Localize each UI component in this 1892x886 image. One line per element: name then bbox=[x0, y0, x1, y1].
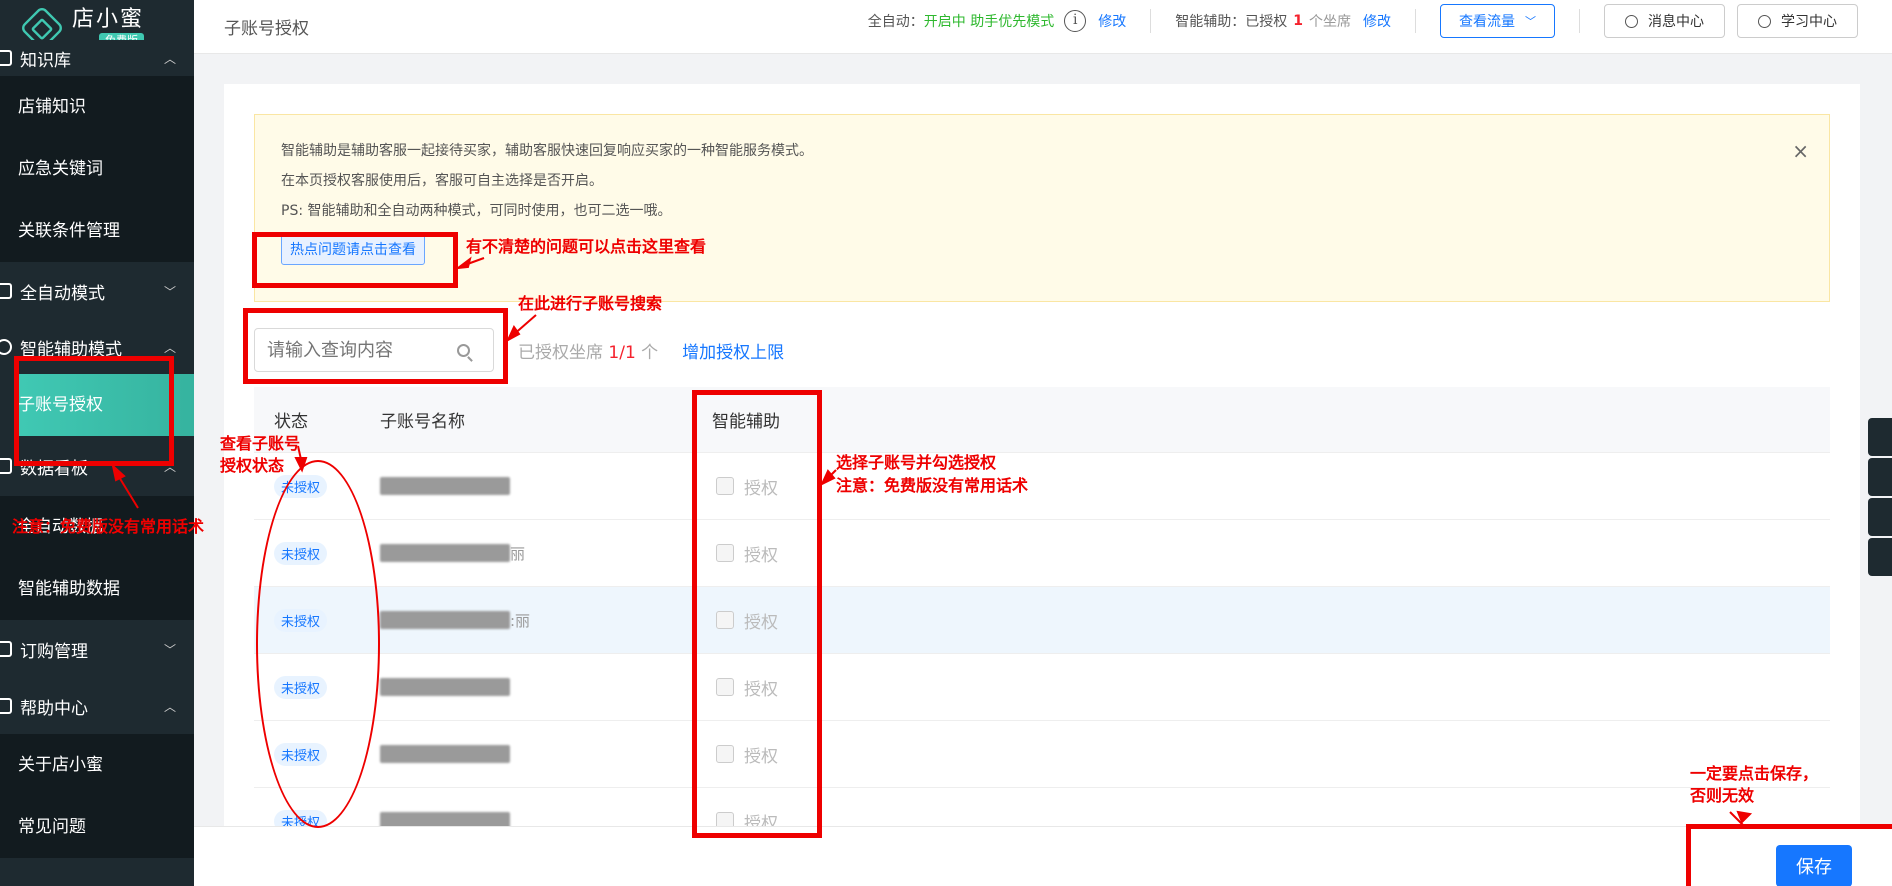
close-icon[interactable]: × bbox=[1792, 139, 1809, 163]
study-center-button[interactable]: 学习中心 bbox=[1737, 4, 1858, 38]
notice-line: 在本页授权客服使用后，客服可自主选择是否开启。 bbox=[281, 173, 603, 189]
dashboard-icon bbox=[0, 458, 12, 474]
annotation-select-hint-2: 注意：免费版没有常用话术 bbox=[836, 476, 1029, 495]
auto-label: 全自动： bbox=[867, 14, 924, 30]
menu-group-label: 帮助中心 bbox=[20, 698, 88, 719]
annotation-save-hint-2: 否则无效 bbox=[1690, 786, 1755, 805]
book-icon bbox=[0, 50, 12, 66]
add-limit-link[interactable]: 增加授权上限 bbox=[682, 338, 784, 363]
menu-group-label: 全自动模式 bbox=[20, 283, 105, 304]
sidebar-item-assist-data[interactable]: 智能辅助数据 bbox=[0, 558, 194, 620]
table-row[interactable]: 未授权丽授权 bbox=[254, 520, 1830, 587]
table-row[interactable]: 未授权 授权 bbox=[254, 721, 1830, 788]
chevron-up-icon: ︿ bbox=[163, 699, 176, 714]
menu-group-orders[interactable]: 订购管理 ﹀ bbox=[0, 620, 194, 678]
annotation-box-hot bbox=[252, 232, 458, 288]
edit-assist-link[interactable]: 修改 bbox=[1363, 11, 1391, 31]
topbar: 子账号授权 全自动： 开启中 助手优先模式 i 修改 智能辅助：已授权 1 个坐… bbox=[194, 0, 1892, 54]
annotation-sidebar-hint: 注意：免费版没有常用话术 bbox=[12, 517, 205, 536]
menu-group-auto-mode[interactable]: 全自动模式 ﹀ bbox=[0, 262, 194, 320]
sidebar-item-store-knowledge[interactable]: 店铺知识 bbox=[0, 76, 194, 138]
assist-unit: 个坐席 bbox=[1309, 14, 1351, 30]
annotation-box-sidebar bbox=[14, 356, 174, 466]
table-row[interactable]: 未授权 授权 bbox=[254, 453, 1830, 520]
table-header: 状态 子账号名称 智能辅助 bbox=[254, 387, 1830, 453]
headset-icon[interactable] bbox=[1868, 498, 1892, 536]
annotation-box-assist-col bbox=[692, 390, 822, 838]
notice-line: PS: 智能辅助和全自动两种模式，可同时使用，也可二选一哦。 bbox=[281, 203, 672, 219]
masked-account-name bbox=[380, 678, 510, 696]
annotation-hot-hint: 有不清楚的问题可以点击这里查看 bbox=[466, 237, 707, 256]
account-name-suffix: 丽 bbox=[510, 544, 526, 563]
annotation-search-hint: 在此进行子账号搜索 bbox=[518, 294, 663, 313]
message-icon bbox=[1625, 14, 1638, 28]
view-traffic-button[interactable]: 查看流量 ﹀ bbox=[1440, 4, 1555, 38]
robot-avatar-icon[interactable] bbox=[1868, 418, 1892, 456]
chevron-down-icon: ﹀ bbox=[163, 284, 176, 299]
annotation-ellipse-status bbox=[256, 460, 380, 828]
floating-toolbar bbox=[1868, 418, 1892, 578]
col-status: 状态 bbox=[274, 412, 308, 432]
message-center-button[interactable]: 消息中心 bbox=[1604, 4, 1725, 38]
masked-account-name bbox=[380, 745, 510, 763]
order-icon bbox=[0, 641, 12, 657]
masked-account-name bbox=[380, 611, 510, 629]
page-title: 子账号授权 bbox=[224, 19, 309, 39]
help-icon bbox=[0, 698, 12, 714]
masked-account-name bbox=[380, 477, 510, 495]
menu-group-label: 订购管理 bbox=[20, 641, 88, 662]
mail-icon[interactable] bbox=[1868, 538, 1892, 576]
annotation-select-hint-1: 选择子账号并勾选授权 bbox=[836, 453, 997, 472]
seat-info: 已授权坐席 1/1 个 bbox=[518, 342, 659, 363]
sidebar-item-emergency-keywords[interactable]: 应急关键词 bbox=[0, 138, 194, 200]
annotation-box-search bbox=[243, 308, 508, 384]
sidebar-item-faq[interactable]: 常见问题 bbox=[0, 796, 194, 858]
annotation-status-hint-1: 查看子账号 bbox=[220, 434, 301, 453]
sidebar-item-condition-management[interactable]: 关联条件管理 bbox=[0, 200, 194, 262]
assist-label: 智能辅助：已授权 bbox=[1175, 14, 1288, 30]
account-name-suffix: :丽 bbox=[510, 611, 531, 630]
subaccount-table: 状态 子账号名称 智能辅助 未授权 授权 未授权丽授权 未授权:丽 授权 未授权 授权 未授权… bbox=[254, 387, 1830, 855]
auto-status: 开启中 助手优先模式 bbox=[923, 14, 1055, 30]
notice-line: 智能辅助是辅助客服一起接待买家，辅助客服快速回复响应买家的一种智能服务模式。 bbox=[281, 143, 813, 159]
compass-icon bbox=[1758, 14, 1771, 28]
info-icon[interactable]: i bbox=[1064, 10, 1087, 32]
robot-icon bbox=[0, 283, 12, 299]
menu-group-label: 知识库 bbox=[20, 50, 71, 71]
annotation-save-hint-1: 一定要点击保存， bbox=[1690, 764, 1819, 783]
annotation-status-hint-2: 授权状态 bbox=[220, 456, 285, 475]
chevron-up-icon: ︿ bbox=[163, 51, 176, 66]
menu-group-knowledge[interactable]: 知识库 ︿ bbox=[0, 40, 194, 76]
chevron-down-icon: ﹀ bbox=[1525, 15, 1536, 28]
notice-banner: 智能辅助是辅助客服一起接待买家，辅助客服快速回复响应买家的一种智能服务模式。 在… bbox=[254, 114, 1830, 302]
footer-bar: 保存 bbox=[194, 826, 1892, 886]
edit-auto-link[interactable]: 修改 bbox=[1098, 11, 1126, 31]
chevron-up-icon: ︿ bbox=[163, 340, 176, 355]
menu-group-help[interactable]: 帮助中心 ︿ bbox=[0, 678, 194, 734]
col-name: 子账号名称 bbox=[380, 412, 465, 432]
annotation-box-save bbox=[1686, 824, 1892, 886]
assist-icon bbox=[0, 339, 12, 355]
masked-account-name bbox=[380, 544, 510, 562]
table-row[interactable]: 未授权 授权 bbox=[254, 654, 1830, 721]
logo-name: 店小蜜 bbox=[72, 7, 145, 32]
main-card: 智能辅助是辅助客服一起接待买家，辅助客服快速回复响应买家的一种智能服务模式。 在… bbox=[224, 84, 1860, 886]
table-row[interactable]: 未授权:丽 授权 bbox=[254, 587, 1830, 654]
assist-count: 1 bbox=[1293, 13, 1303, 29]
chevron-down-icon: ﹀ bbox=[163, 642, 176, 657]
lightbulb-icon[interactable] bbox=[1868, 458, 1892, 496]
seat-count: 1/1 bbox=[608, 342, 636, 363]
sidebar-item-about[interactable]: 关于店小蜜 bbox=[0, 734, 194, 796]
